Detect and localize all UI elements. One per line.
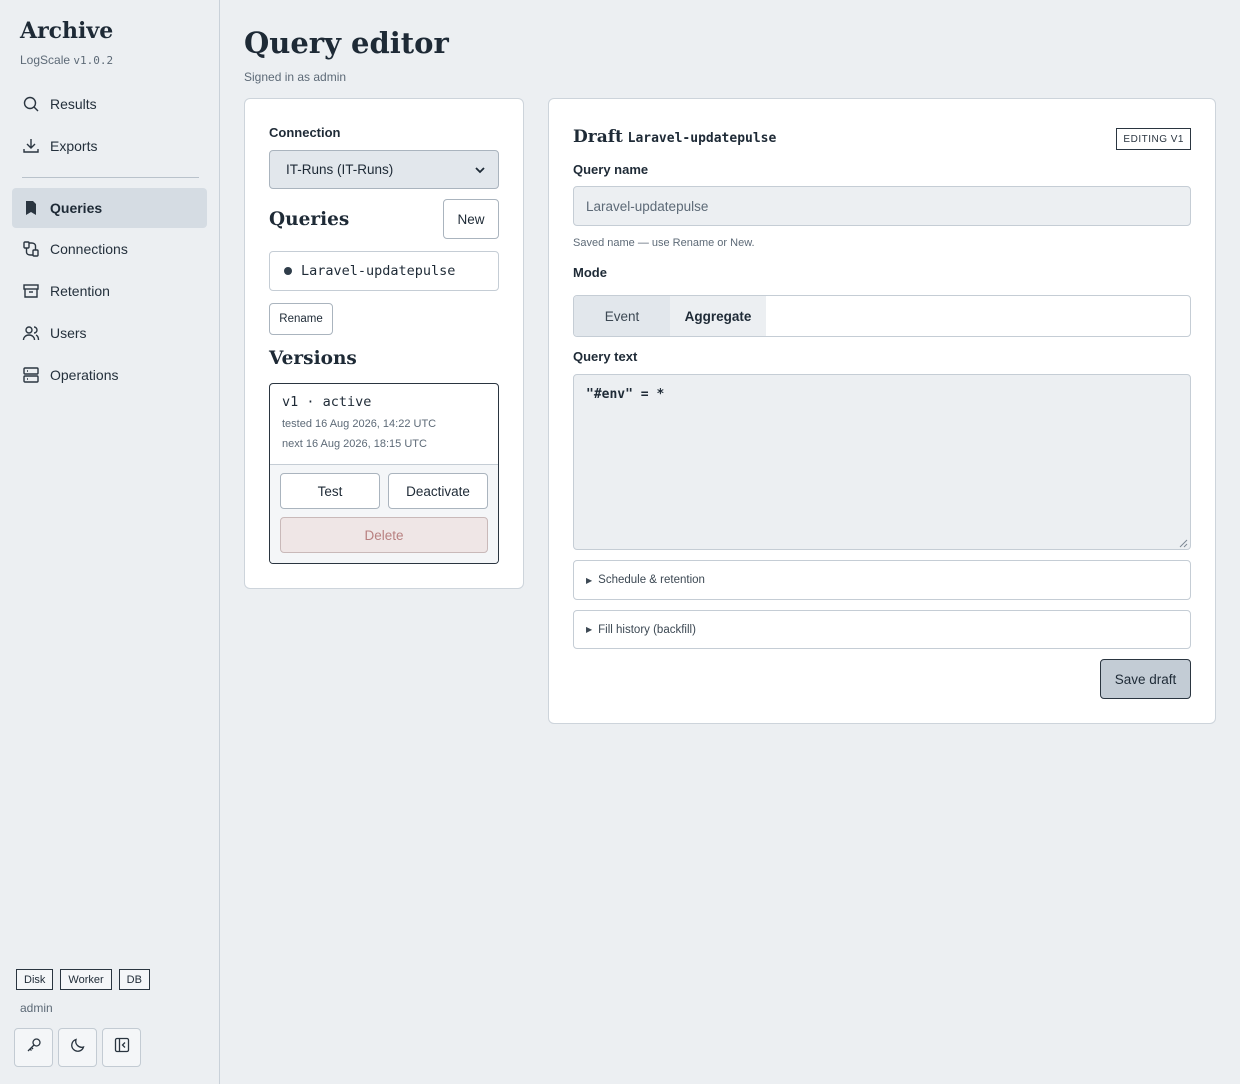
search-icon [22,95,40,113]
connection-select[interactable]: IT-Runs (IT-Runs) [269,150,499,189]
nav-divider [22,177,199,178]
connection-label: Connection [269,125,341,140]
archive-icon [22,282,40,300]
mode-aggregate-button[interactable]: Aggregate [670,296,766,336]
queries-panel: Connection IT-Runs (IT-Runs) Queries New… [244,98,524,589]
sidebar-item-label: Queries [50,200,103,216]
version-tested: tested 16 Aug 2026, 14:22 UTC [282,418,437,430]
sidebar-item-retention[interactable]: Retention [12,271,207,311]
collapse-sidebar-button[interactable] [102,1028,141,1067]
delete-button[interactable]: Delete [280,517,488,553]
versions-heading: Versions [269,348,357,369]
query-name-hint: Saved name — use Rename or New. [573,237,755,249]
query-text-editor[interactable]: "#env" = * [573,374,1191,550]
draft-panel: Draft Laravel-updatepulse EDITING V1 Que… [548,98,1216,724]
version-title: v1 · active [282,394,372,410]
sidebar-collapse-icon [114,1037,130,1058]
mode-event-button[interactable]: Event [574,296,670,336]
status-badges: Disk Worker DB [16,969,150,990]
draft-title: Draft Laravel-updatepulse [573,127,776,147]
sidebar-item-operations[interactable]: Operations [12,355,207,395]
deactivate-button[interactable]: Deactivate [388,473,488,509]
query-name-input[interactable]: Laravel-updatepulse [573,186,1191,226]
moon-icon [70,1037,86,1058]
page-title: Query editor [244,26,449,60]
sidebar-item-label: Exports [50,138,98,154]
key-button[interactable] [14,1028,53,1067]
mode-label: Mode [573,265,607,280]
app-name: Archive [20,18,114,44]
theme-toggle-button[interactable] [58,1028,97,1067]
status-badge-db: DB [118,969,150,990]
status-badge-disk: Disk [16,969,54,990]
key-icon [26,1037,42,1058]
connection-select-value: IT-Runs (IT-Runs) [286,162,394,177]
sidebar-item-queries[interactable]: Queries [12,188,207,228]
version-next-run: next 16 Aug 2026, 18:15 UTC [282,438,427,450]
sidebar: Archive LogScale v1.0.2 Results Exports … [0,0,220,1084]
query-text-label: Query text [573,349,638,364]
schedule-retention-toggle[interactable]: ▶ Schedule & retention [573,560,1191,600]
app-version-line: LogScale v1.0.2 [20,53,113,67]
caret-right-icon: ▶ [586,625,593,634]
sidebar-item-label: Retention [50,283,110,299]
app-product: LogScale [20,53,71,67]
draft-title-prefix: Draft [573,127,623,147]
backfill-label: Fill history (backfill) [598,623,696,636]
sidebar-item-label: Users [50,325,87,341]
plug-icon [22,240,40,258]
active-dot-icon [284,267,292,275]
save-draft-button[interactable]: Save draft [1100,659,1191,699]
version-actions: Test Deactivate Delete [270,464,498,563]
download-icon [22,137,40,155]
resize-grip-icon[interactable] [1178,537,1188,548]
version-card: v1 · active tested 16 Aug 2026, 14:22 UT… [269,383,499,564]
app-version: v1.0.2 [73,54,114,67]
backfill-toggle[interactable]: ▶ Fill history (backfill) [573,610,1191,649]
page-subtitle: Signed in as admin [244,70,347,84]
test-button[interactable]: Test [280,473,380,509]
schedule-retention-label: Schedule & retention [598,574,705,586]
new-query-button[interactable]: New [443,199,499,239]
sidebar-tools [14,1028,141,1067]
query-name-label: Query name [573,162,649,177]
sidebar-user: admin [20,1001,53,1015]
query-list-item-label: Laravel-updatepulse [301,263,456,279]
status-badge-worker: Worker [60,969,112,990]
caret-right-icon: ▶ [586,575,593,585]
editing-badge: EDITING V1 [1116,128,1191,150]
chevron-down-icon [474,164,486,176]
sidebar-item-label: Operations [50,367,119,383]
query-list-item[interactable]: Laravel-updatepulse [269,251,499,291]
sidebar-item-users[interactable]: Users [12,313,207,353]
server-icon [22,366,40,384]
sidebar-item-exports[interactable]: Exports [12,126,207,166]
rename-button[interactable]: Rename [269,303,333,335]
draft-title-name: Laravel-updatepulse [627,131,777,146]
sidebar-item-label: Results [50,96,97,112]
queries-heading: Queries [269,209,350,230]
mode-toggle: Event Aggregate [573,295,1191,337]
sidebar-item-connections[interactable]: Connections [12,229,207,269]
sidebar-item-label: Connections [50,241,128,257]
users-icon [22,324,40,342]
bookmark-icon [22,199,40,217]
sidebar-item-results[interactable]: Results [12,84,207,124]
query-text-content: "#env" = * [586,387,665,402]
